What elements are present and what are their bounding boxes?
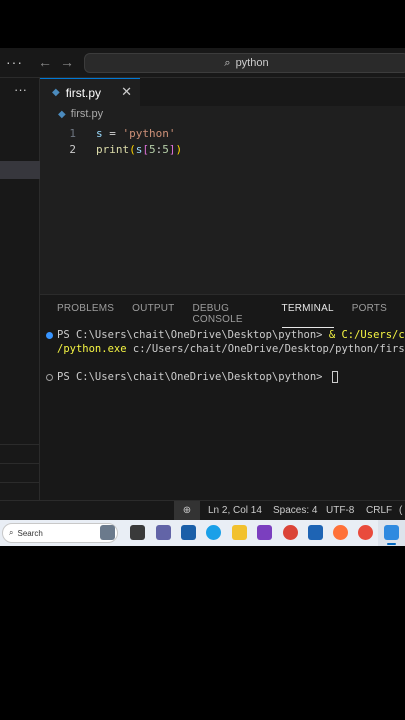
office-icon[interactable] xyxy=(358,525,373,540)
sidebar-divider xyxy=(0,482,40,483)
firefox-icon[interactable] xyxy=(333,525,348,540)
title-bar: ··· ← → ⌕ python xyxy=(0,48,405,78)
tab-terminal[interactable]: TERMINAL xyxy=(281,303,334,328)
search-icon: ⌕ xyxy=(224,56,231,69)
more-horizontal-icon[interactable]: ··· xyxy=(6,54,23,70)
python-file-icon: ◆ xyxy=(58,108,66,120)
terminal-prompt: PS C:\Users\chait\OneDrive\Desktop\pytho… xyxy=(57,371,329,383)
terminal-prompt: PS C:\Users\chait\OneDrive\Desktop\pytho… xyxy=(57,329,329,341)
line-number: 2 xyxy=(69,142,76,156)
tab-problems[interactable]: PROBLEMS xyxy=(57,303,114,328)
terminal-command: & C:/Users/chait xyxy=(328,329,405,341)
tab-output[interactable]: OUTPUT xyxy=(132,303,174,328)
tab-first-py[interactable]: ◆ first.py ✕ xyxy=(40,78,140,106)
chrome-icon[interactable] xyxy=(283,525,298,540)
tab-debug-console[interactable]: DEBUG CONSOLE xyxy=(192,303,263,328)
terminal-command: /python.exe xyxy=(57,343,127,355)
editor-tab-bar: ◆ first.py ✕ xyxy=(40,78,405,106)
python-file-icon: ◆ xyxy=(52,87,60,98)
line-ending[interactable]: CRLF xyxy=(366,505,392,516)
bottom-panel: PROBLEMS OUTPUT DEBUG CONSOLE TERMINAL P… xyxy=(40,294,405,500)
status-bar: ⊕ Ln 2, Col 14 Spaces: 4 UTF-8 CRLF ( xyxy=(0,500,405,520)
vscode-icon xyxy=(384,525,399,540)
command-center-search[interactable]: ⌕ python xyxy=(84,53,405,73)
zoom-icon[interactable]: ⊕ xyxy=(174,501,200,520)
code-editor[interactable]: 1 s = 'python' 2 print(s[5:5]) xyxy=(40,124,405,294)
indentation[interactable]: Spaces: 4 xyxy=(273,505,317,516)
sidebar-divider xyxy=(0,463,40,464)
store-icon[interactable] xyxy=(308,525,323,540)
teams-icon[interactable] xyxy=(156,525,171,540)
close-icon[interactable]: ✕ xyxy=(121,84,132,100)
terminal-line: PS C:\Users\chait\OneDrive\Desktop\pytho… xyxy=(46,370,405,384)
panel-tabs: PROBLEMS OUTPUT DEBUG CONSOLE TERMINAL P… xyxy=(57,303,405,328)
explorer-sidebar: ··· xyxy=(0,78,40,500)
sidebar-more-icon[interactable]: ··· xyxy=(14,82,27,97)
search-icon: ⌕ xyxy=(9,528,14,537)
code-line[interactable]: 1 s = 'python' xyxy=(40,125,405,141)
taskbar-search-label: Search xyxy=(17,528,43,538)
file-encoding[interactable]: UTF-8 xyxy=(326,505,354,516)
arrow-right-icon[interactable]: → xyxy=(60,54,74,70)
arrow-left-icon[interactable]: ← xyxy=(38,54,52,70)
code-line[interactable]: 2 print(s[5:5]) xyxy=(40,141,405,157)
code-text: s = 'python' xyxy=(96,126,176,140)
dell-icon[interactable] xyxy=(181,525,196,540)
tab-ports[interactable]: PORTS xyxy=(352,303,387,328)
terminal-output[interactable]: PS C:\Users\chait\OneDrive\Desktop\pytho… xyxy=(46,328,405,384)
task-view-icon[interactable] xyxy=(130,525,145,540)
terminal-argument: c:/Users/chait/OneDrive/Desktop/python/f… xyxy=(126,343,405,355)
command-center-label: python xyxy=(235,57,269,69)
tab-label: first.py xyxy=(65,85,102,100)
file-explorer-icon[interactable] xyxy=(232,525,247,540)
sidebar-selected-item[interactable] xyxy=(0,161,40,179)
command-idle-icon[interactable] xyxy=(46,374,53,381)
windows-taskbar: ⌕ Search xyxy=(0,520,405,546)
search-highlight-icon[interactable] xyxy=(100,525,115,540)
edge-icon[interactable] xyxy=(206,525,221,540)
sidebar-divider xyxy=(0,444,40,445)
breadcrumb-file: first.py xyxy=(70,108,104,120)
command-success-icon[interactable] xyxy=(46,332,53,339)
code-text: print(s[5:5]) xyxy=(96,142,183,156)
breadcrumb[interactable]: ◆ first.py xyxy=(58,108,103,120)
clipchamp-icon[interactable] xyxy=(257,525,272,540)
terminal-cursor xyxy=(331,371,338,383)
vscode-taskbar-button[interactable] xyxy=(378,520,405,546)
cursor-position[interactable]: Ln 2, Col 14 xyxy=(208,505,262,516)
terminal-line: /python.exe c:/Users/chait/OneDrive/Desk… xyxy=(46,342,405,356)
vscode-window: ··· ← → ⌕ python ··· ◆ first.py ✕ ◆ firs… xyxy=(0,48,405,546)
language-mode[interactable]: ( xyxy=(399,505,402,516)
line-number: 1 xyxy=(69,126,76,140)
terminal-line: PS C:\Users\chait\OneDrive\Desktop\pytho… xyxy=(46,328,405,342)
